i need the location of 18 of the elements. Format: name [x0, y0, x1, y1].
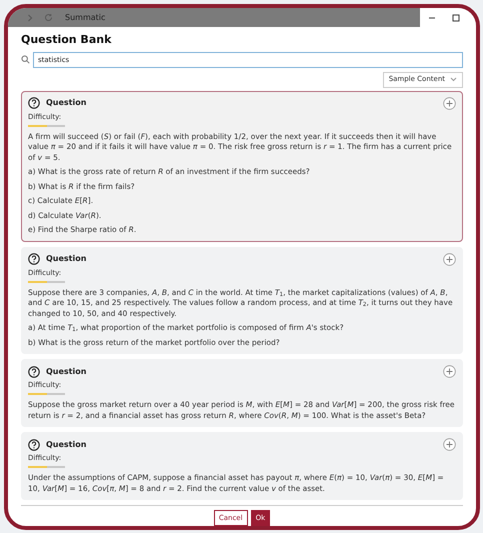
help-icon: [28, 253, 40, 265]
add-icon[interactable]: [443, 365, 456, 378]
question-title: Question: [46, 438, 86, 450]
add-icon[interactable]: [443, 96, 456, 110]
help-icon: [28, 97, 40, 109]
search-icon: [21, 55, 30, 64]
question-title: Question: [46, 97, 86, 109]
add-icon[interactable]: [443, 438, 456, 451]
question-card[interactable]: [21, 90, 463, 242]
maximize-icon[interactable]: [452, 14, 460, 22]
question-title: Question: [46, 366, 86, 378]
add-icon[interactable]: [443, 252, 456, 266]
question-title: Question: [46, 253, 86, 265]
help-icon: [28, 366, 40, 378]
help-icon: [28, 438, 40, 450]
chevron-down-icon: [450, 77, 457, 82]
window-title: Summatic: [65, 12, 106, 24]
page-heading: Question Bank: [21, 32, 112, 48]
